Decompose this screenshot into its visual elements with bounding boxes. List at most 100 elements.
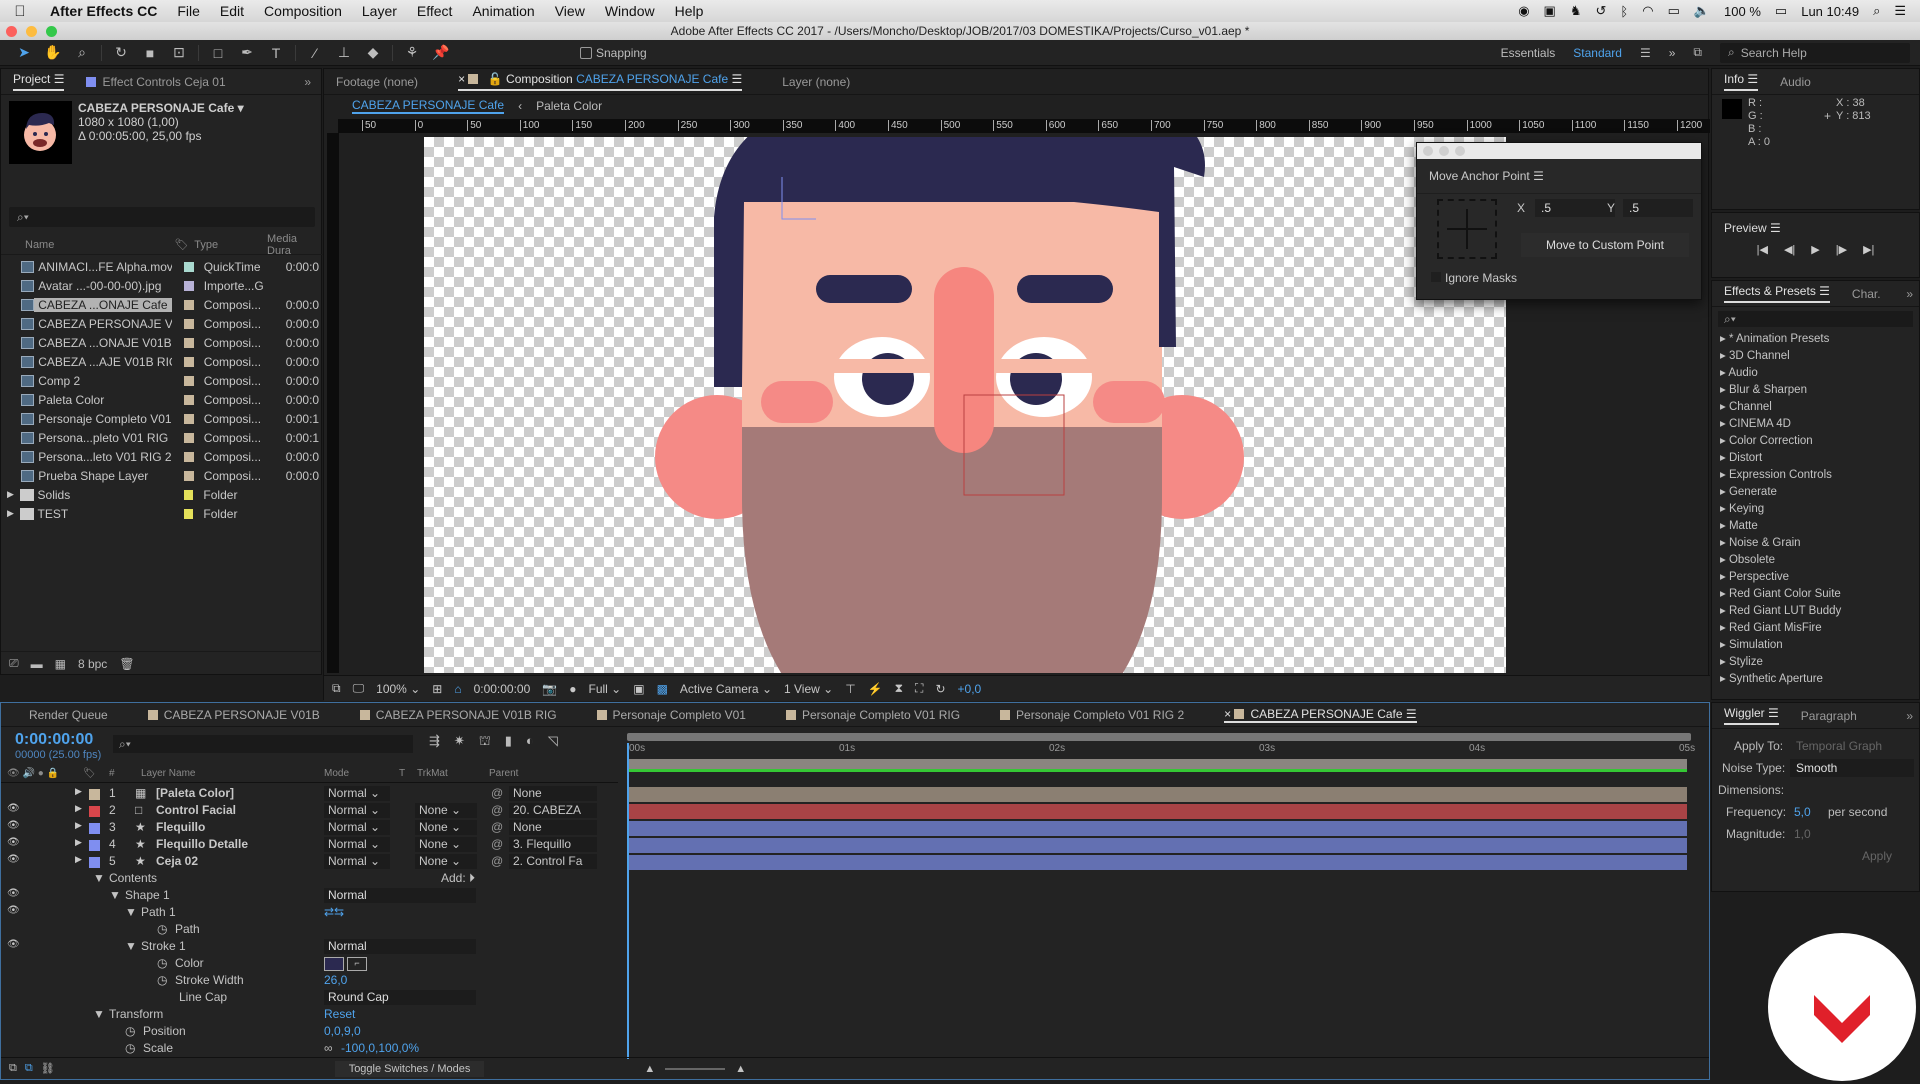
project-item[interactable]: Paleta Color Composi... 0:00:0 [1,390,323,409]
effect-category[interactable]: ▸ Distort [1712,450,1919,467]
brush-tool-icon[interactable]: ⁄ [305,45,325,61]
tab-footage[interactable]: Footage (none) [336,75,418,89]
expand-triangle-icon[interactable]: ▼ [93,1007,105,1021]
project-search-input[interactable]: ⌕▾ [9,207,315,227]
stroke-1-blend-mode-dropdown[interactable]: Normal [324,939,476,954]
menu-layer[interactable]: Layer [352,3,407,19]
parent-dropdown[interactable]: 3. Flequillo [509,837,597,852]
clock[interactable]: Lun 10:49 [1801,4,1859,19]
column-layer-name[interactable]: Layer Name [141,768,195,779]
lock-icon[interactable]: 🔓 [488,72,506,86]
selection-tool-icon[interactable]: ➤ [14,44,34,61]
property-line-cap[interactable]: Line Cap Round Cap [1,990,618,1007]
label-color-swatch[interactable] [184,470,194,481]
parent-pickwhip-icon[interactable]: @ [491,854,503,868]
project-item[interactable]: Prueba Shape Layer Composi... 0:00:0 [1,466,323,485]
search-help-input[interactable]: ⌕ Search Help [1720,42,1910,63]
previous-frame-icon[interactable]: ◀| [1784,243,1795,256]
property-contents[interactable]: ▼ Contents Add: ⏵ [1,871,618,888]
layer-duration-bar[interactable] [627,838,1687,853]
toggle-switches-modes-button[interactable]: Toggle Switches / Modes [334,1060,485,1077]
parent-pickwhip-icon[interactable]: @ [491,803,503,817]
layer-name[interactable]: Flequillo [156,820,205,834]
project-item[interactable]: Avatar ...-00-00-00).jpg Importe...G [1,276,323,295]
rotation-tool-icon[interactable]: ↻ [111,44,131,61]
layer-name[interactable]: [Paleta Color] [156,786,234,800]
effect-category[interactable]: ▸ Matte [1712,518,1919,535]
selected-item-name[interactable]: CABEZA PERSONAJE Cafe ▾ [78,101,244,115]
effect-category[interactable]: ▸ Red Giant LUT Buddy [1712,603,1919,620]
frequency-value[interactable]: 5,0 [1794,805,1811,819]
line-cap-dropdown[interactable]: Round Cap [324,990,476,1005]
eye-icon[interactable]: 👁 [7,939,20,950]
project-item[interactable]: Comp 2 Composi... 0:00:0 [1,371,323,390]
effect-category[interactable]: ▸ CINEMA 4D [1712,416,1919,433]
expand-triangle-icon[interactable]: ▸ [1720,571,1729,583]
effect-category[interactable]: ▸ Obsolete [1712,552,1919,569]
eyedropper-icon[interactable]: ⌐ [347,957,367,971]
expand-triangle-icon[interactable]: ▶ [75,837,82,848]
panel-overflow-icon[interactable]: » [1906,709,1919,723]
property-position[interactable]: ◷ Position 0,0,9,0 [1,1024,618,1041]
first-frame-icon[interactable]: |◀ [1757,243,1768,256]
layer-label-swatch[interactable] [89,823,100,834]
project-item[interactable]: Persona...leto V01 RIG 2 Composi... 0:00:0 [1,447,323,466]
expand-triangle-icon[interactable]: ▸ [1720,486,1729,498]
layer-label-swatch[interactable] [89,789,100,800]
track-matte-dropdown[interactable]: None ⌄ [415,854,477,869]
toggle-pixel-aspect-icon[interactable]: ⊤ [845,682,855,696]
tab-timeline-composition[interactable]: CABEZA PERSONAJE V01B [147,708,320,722]
new-composition-icon[interactable]: ▦ [55,657,66,671]
y-input[interactable]: .5 [1623,199,1693,217]
pen-tool-icon[interactable]: ✒ [237,44,257,61]
zoom-floating-button[interactable] [1455,146,1465,156]
menu-edit[interactable]: Edit [210,3,254,19]
region-of-interest-icon[interactable]: ▣ [633,682,644,696]
layer-mode-dropdown[interactable]: Normal ⌄ [324,803,390,818]
timeline-zoom-slider[interactable] [665,1067,726,1070]
last-frame-icon[interactable]: ▶| [1863,243,1874,256]
panel-overflow-icon[interactable]: » [1906,287,1919,301]
label-color-swatch[interactable] [184,318,194,329]
expand-triangle-icon[interactable]: ▸ [1720,401,1729,413]
effect-category[interactable]: ▸ Keying [1712,501,1919,518]
label-color-swatch[interactable] [184,356,194,367]
next-frame-icon[interactable]: |▶ [1836,243,1847,256]
timeline-track-area[interactable]: 00s 01s 02s 03s 04s 05s [623,729,1695,1059]
stopwatch-icon[interactable]: ◷ [157,956,167,970]
layer-mode-dropdown[interactable]: Normal ⌄ [324,786,390,801]
close-tab-icon[interactable]: × [1224,707,1234,721]
roto-brush-tool-icon[interactable]: ⚘ [402,44,422,61]
layer-duration-bar[interactable] [627,787,1687,802]
stopwatch-icon[interactable]: ◷ [125,1024,135,1038]
x-input[interactable]: .5 [1535,199,1615,217]
menu-file[interactable]: File [167,3,210,19]
effect-category[interactable]: ▸ Generate [1712,484,1919,501]
monitor-icon[interactable]: 🖵 [353,681,365,696]
time-machine-icon[interactable]: ↺ [1596,3,1607,19]
in-out-icon[interactable]: ⛓ [33,1062,55,1075]
tab-timeline-composition[interactable]: CABEZA PERSONAJE V01B RIG [359,708,557,722]
path-direction-icon[interactable]: ⇄⇆ [324,905,344,919]
timeline-search-input[interactable]: ⌕▾ [113,735,413,753]
menu-animation[interactable]: Animation [462,3,544,19]
expand-triangle-icon[interactable]: ▸ [1720,673,1729,685]
project-item[interactable]: ▶ TEST Folder [1,504,323,523]
menu-effect[interactable]: Effect [407,3,463,19]
expand-triangle-icon[interactable]: ▸ [1720,520,1729,532]
effect-category[interactable]: ▸ * Animation Presets [1712,331,1919,348]
zoom-dropdown[interactable]: 100% ⌄ [376,682,420,696]
column-parent[interactable]: Parent [489,768,518,779]
battery-icon[interactable]: ▭ [1775,3,1787,19]
eye-icon[interactable]: 👁 [7,854,20,865]
channel-icon[interactable]: ● [569,682,576,696]
parent-pickwhip-icon[interactable]: @ [491,837,503,851]
checkbox[interactable] [1431,272,1441,282]
effect-category[interactable]: ▸ Audio [1712,365,1919,382]
project-item[interactable]: CABEZA ...AJE V01B RIG Composi... 0:00:0 [1,352,323,371]
floating-window-titlebar[interactable] [1417,143,1701,159]
project-item[interactable]: CABEZA ...ONAJE Cafe Composi... 0:00:0 [1,295,323,314]
effect-category[interactable]: ▸ Blur & Sharpen [1712,382,1919,399]
property-stroke-width[interactable]: ◷ Stroke Width 26,0 [1,973,618,990]
ignore-masks-checkbox[interactable]: Ignore Masks [1431,271,1517,285]
